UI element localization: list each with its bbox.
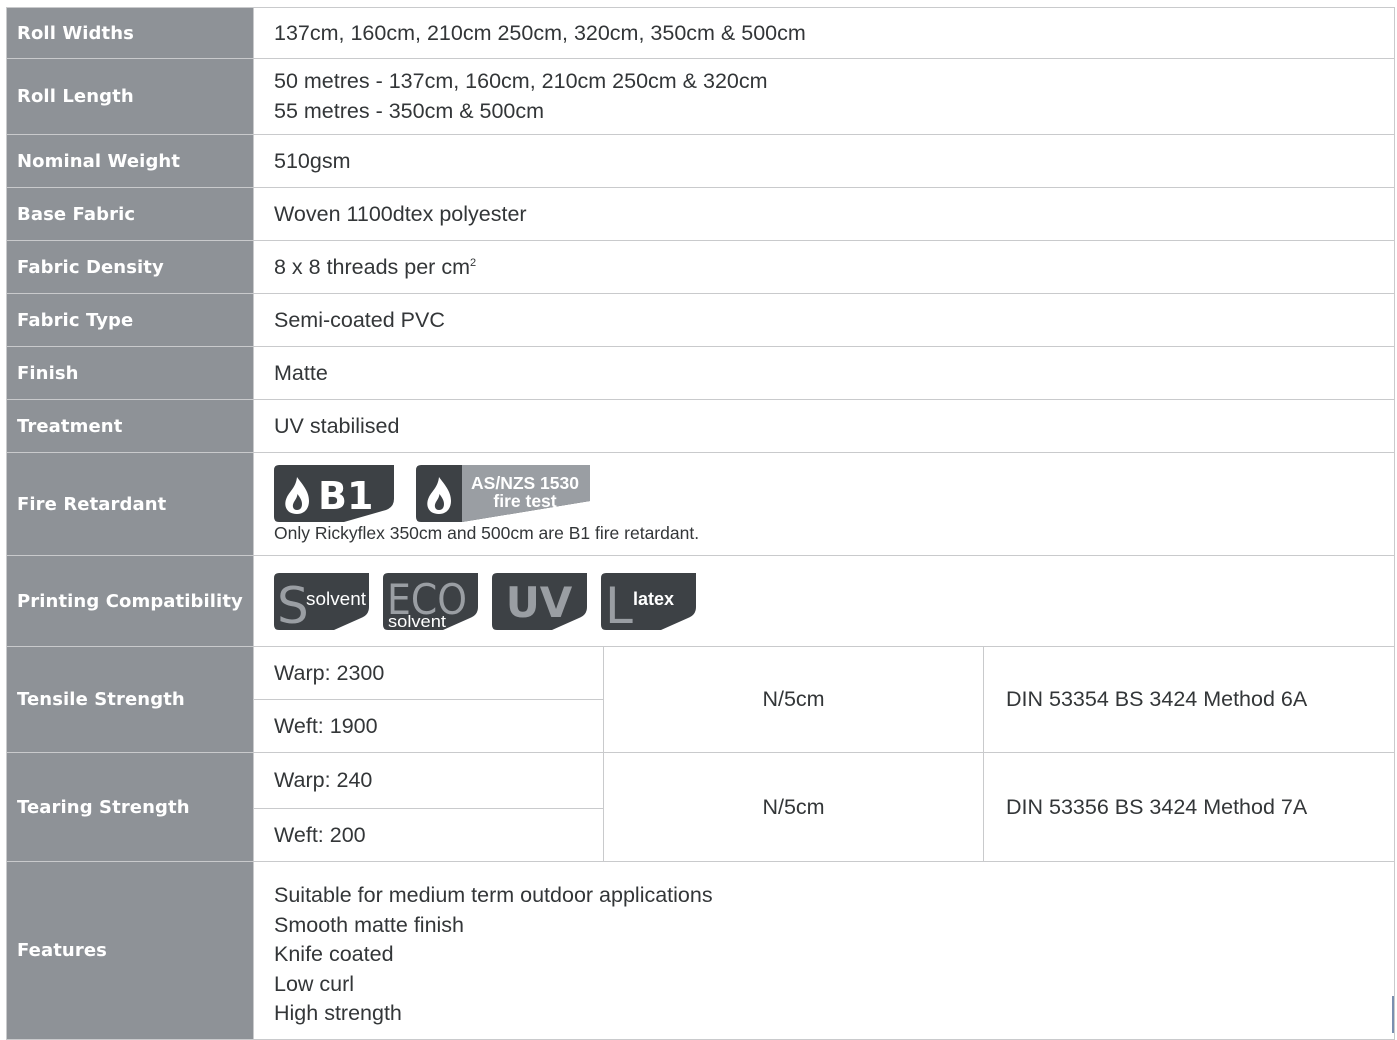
label-base-fabric: Base Fabric (6, 187, 254, 241)
scrollbar-indicator[interactable] (1392, 996, 1394, 1033)
feature-item: Suitable for medium term outdoor applica… (274, 883, 713, 907)
feature-item: Knife coated (274, 942, 394, 966)
value-tensile-weft: Weft: 1900 (253, 699, 604, 753)
solvent-badge: S solvent (274, 572, 369, 630)
value-treatment: UV stabilised (252, 399, 1396, 453)
label-tensile-strength: Tensile Strength (6, 646, 254, 753)
value-roll-widths: 137cm, 160cm, 210cm 250cm, 320cm, 350cm … (252, 7, 1396, 59)
label-finish: Finish (6, 346, 254, 400)
feature-item: Low curl (274, 971, 355, 996)
fabric-density-text: 8 x 8 threads per cm (274, 254, 470, 279)
value-tearing-weft: Weft: 200 (253, 808, 604, 862)
row-fire-retardant: Fire Retardant B1 AS/NZS 1530 fire test … (6, 452, 1396, 556)
label-fire-retardant: Fire Retardant (6, 452, 254, 556)
label-nominal-weight: Nominal Weight (6, 134, 254, 188)
latex-badge: L latex (601, 572, 696, 630)
value-tensile-unit: N/5cm (603, 646, 984, 753)
latex-letter: L (605, 577, 633, 630)
value-tearing-standard: DIN 53356 BS 3424 Method 7A (982, 752, 1396, 862)
asnzs-fire-test-badge: AS/NZS 1530 fire test (416, 464, 590, 522)
row-base-fabric: Base Fabric Woven 1100dtex polyester (6, 187, 1396, 241)
feature-item: Smooth matte finish (274, 912, 465, 937)
uv-badge: UV (492, 572, 587, 630)
label-roll-length: Roll Length (6, 58, 254, 135)
label-fabric-density: Fabric Density (6, 240, 254, 294)
row-roll-widths: Roll Widths 137cm, 160cm, 210cm 250cm, 3… (6, 7, 1396, 59)
row-features: Features Suitable for medium term outdoo… (6, 861, 1396, 1040)
uv-text: UV (506, 578, 573, 627)
latex-text: latex (633, 589, 674, 609)
solvent-letter: S (277, 577, 309, 630)
printing-badges: S solvent ECO solvent UV L latex (274, 572, 1394, 630)
label-fabric-type: Fabric Type (6, 293, 254, 347)
row-tearing-warp: Tearing Strength Warp: 240 N/5cm DIN 533… (6, 752, 1396, 862)
row-treatment: Treatment UV stabilised (6, 399, 1396, 453)
label-tearing-strength: Tearing Strength (6, 752, 254, 862)
value-base-fabric: Woven 1100dtex polyester (252, 187, 1396, 241)
eco-solvent-text: solvent (388, 612, 446, 630)
row-finish: Finish Matte (6, 346, 1396, 400)
label-features: Features (6, 861, 254, 1040)
value-tensile-standard: DIN 53354 BS 3424 Method 6A (982, 646, 1396, 753)
asnzs-badge-text: AS/NZS 1530 (471, 473, 579, 493)
value-nominal-weight: 510gsm (252, 134, 1396, 188)
row-fabric-type: Fabric Type Semi-coated PVC (6, 293, 1396, 347)
value-tearing-unit: N/5cm (603, 752, 984, 862)
solvent-text: solvent (306, 589, 366, 609)
feature-item: High strength (274, 1001, 402, 1025)
eco-solvent-badge: ECO solvent (383, 572, 478, 630)
row-fabric-density: Fabric Density 8 x 8 threads per cm2 (6, 240, 1396, 294)
row-roll-length: Roll Length 50 metres - 137cm, 160cm, 21… (6, 58, 1396, 135)
value-features: Suitable for medium term outdoor applica… (252, 861, 1396, 1040)
fire-test-badge-text: fire test (493, 491, 556, 511)
label-roll-widths: Roll Widths (6, 7, 254, 59)
row-printing-compatibility: Printing Compatibility S solvent ECO sol… (6, 555, 1396, 647)
row-nominal-weight: Nominal Weight 510gsm (6, 134, 1396, 188)
spec-table: Roll Widths 137cm, 160cm, 210cm 250cm, 3… (6, 7, 1396, 1040)
value-printing-compatibility: S solvent ECO solvent UV L latex (252, 555, 1396, 647)
value-fire-retardant: B1 AS/NZS 1530 fire test Only Rickyflex … (252, 452, 1396, 556)
fire-retardant-note: Only Rickyflex 350cm and 500cm are B1 fi… (274, 522, 700, 543)
value-fabric-density: 8 x 8 threads per cm2 (252, 240, 1396, 294)
value-fabric-type: Semi-coated PVC (252, 293, 1396, 347)
roll-length-line-1: 50 metres - 137cm, 160cm, 210cm 250cm & … (274, 69, 768, 93)
b1-fire-badge: B1 (274, 464, 394, 522)
value-roll-length: 50 metres - 137cm, 160cm, 210cm 250cm & … (252, 58, 1396, 135)
superscript-two: 2 (469, 256, 477, 269)
row-tensile-warp: Tensile Strength Warp: 2300 N/5cm DIN 53… (6, 646, 1396, 753)
label-treatment: Treatment (6, 399, 254, 453)
value-finish: Matte (252, 346, 1396, 400)
fire-badges: B1 AS/NZS 1530 fire test (274, 464, 1394, 522)
value-tensile-warp: Warp: 2300 (253, 646, 604, 700)
roll-length-line-2: 55 metres - 350cm & 500cm (274, 98, 545, 123)
b1-badge-text: B1 (318, 474, 373, 518)
value-tearing-warp: Warp: 240 (253, 752, 604, 809)
label-printing-compatibility: Printing Compatibility (6, 555, 254, 647)
